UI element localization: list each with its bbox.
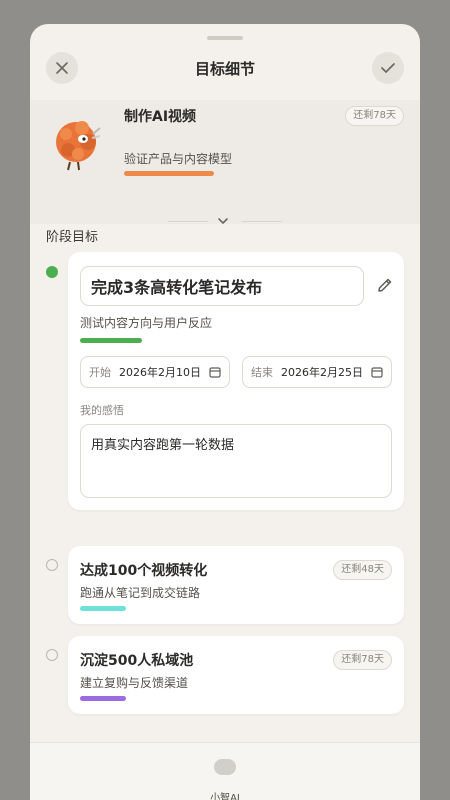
- divider-left: [168, 221, 208, 222]
- reflection-label: 我的感悟: [80, 404, 124, 417]
- stage-progress-bar: [80, 338, 142, 343]
- goal-detail-sheet: 目标细节 制作AI视频 还剩78天 验证产品与内容模型 阶段目标 完成3条高转化…: [30, 24, 420, 800]
- goal-progress-bar: [124, 171, 214, 176]
- stage-remaining-badge: 还剩48天: [333, 560, 392, 580]
- stage-card[interactable]: 沉淀500人私域池 还剩78天 建立复购与反馈渠道: [68, 636, 404, 714]
- end-date-field[interactable]: 结束 2026年2月25日: [242, 356, 392, 388]
- sheet-grabber[interactable]: [207, 36, 243, 40]
- stage-description: 建立复购与反馈渠道: [80, 676, 189, 690]
- stage-status-dot-active[interactable]: [46, 266, 58, 278]
- start-date-value: 2026年2月10日: [119, 366, 201, 379]
- calendar-icon: [209, 367, 221, 378]
- divider-right: [242, 221, 282, 222]
- goal-name: 制作AI视频: [124, 109, 197, 125]
- stage-card[interactable]: 达成100个视频转化 还剩48天 跑通从笔记到成交链路: [68, 546, 404, 624]
- active-stage-card: 完成3条高转化笔记发布 测试内容方向与用户反应 开始 2026年2月10日 结束…: [68, 252, 404, 510]
- end-date-label: 结束: [251, 366, 273, 379]
- stage-title-field[interactable]: 完成3条高转化笔记发布: [80, 266, 364, 306]
- stage-progress-bar: [80, 606, 126, 611]
- start-date-label: 开始: [89, 366, 111, 379]
- stage-progress-bar: [80, 696, 126, 701]
- bottom-assistant-bar: 小智AI: [30, 742, 420, 800]
- stage-title: 沉淀500人私域池: [80, 653, 194, 669]
- stage-description: 测试内容方向与用户反应: [80, 316, 213, 330]
- confirm-button[interactable]: [372, 52, 404, 84]
- calendar-icon: [371, 367, 383, 378]
- goal-remaining-badge: 还剩78天: [345, 106, 404, 126]
- stage-status-dot[interactable]: [46, 559, 58, 571]
- goal-description: 验证产品与内容模型: [124, 152, 233, 166]
- ai-assistant-label[interactable]: 小智AI: [30, 789, 420, 800]
- page-title: 目标细节: [194, 60, 255, 78]
- pencil-icon[interactable]: [376, 276, 394, 294]
- stage-status-dot[interactable]: [46, 649, 58, 661]
- check-icon: [381, 63, 395, 73]
- section-title: 阶段目标: [46, 230, 99, 245]
- mascot-avatar: [56, 121, 101, 171]
- reflection-textarea[interactable]: 用真实内容跑第一轮数据: [80, 424, 392, 498]
- goal-summary: 制作AI视频 还剩78天 验证产品与内容模型: [30, 100, 420, 224]
- stage-title: 达成100个视频转化: [80, 563, 208, 579]
- stage-remaining-badge: 还剩78天: [333, 650, 392, 670]
- start-date-field[interactable]: 开始 2026年2月10日: [80, 356, 230, 388]
- end-date-value: 2026年2月25日: [281, 366, 363, 379]
- ai-assistant-icon[interactable]: [214, 759, 236, 775]
- stage-description: 跑通从笔记到成交链路: [80, 586, 201, 600]
- chevron-down-icon: [218, 218, 228, 224]
